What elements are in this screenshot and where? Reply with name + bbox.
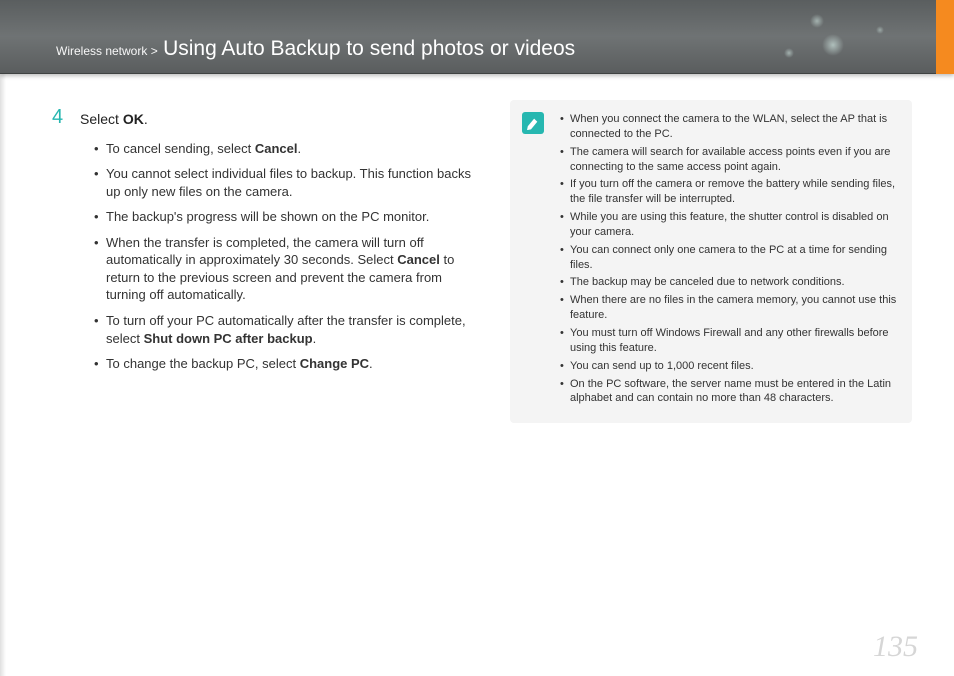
note-item: When you connect the camera to the WLAN,… — [560, 112, 898, 142]
note-item: If you turn off the camera or remove the… — [560, 177, 898, 207]
list-text: . — [369, 356, 373, 371]
list-text: To change the backup PC, select — [106, 356, 300, 371]
list-item: You cannot select individual files to ba… — [94, 165, 472, 200]
note-list: When you connect the camera to the WLAN,… — [560, 112, 898, 406]
breadcrumb-separator: > — [151, 44, 158, 58]
list-text: . — [298, 141, 302, 156]
note-item: While you are using this feature, the sh… — [560, 210, 898, 240]
note-item: You must turn off Windows Firewall and a… — [560, 326, 898, 356]
list-item: The backup's progress will be shown on t… — [94, 208, 472, 226]
breadcrumb-section: Wireless network — [56, 44, 147, 58]
page-header: Wireless network > Using Auto Backup to … — [0, 0, 954, 74]
list-bold: Cancel — [397, 252, 440, 267]
page-number: 135 — [873, 630, 918, 664]
step-instruction: Select OK. — [80, 100, 472, 130]
list-text: When the transfer is completed, the came… — [106, 235, 424, 268]
page-title: Using Auto Backup to send photos or vide… — [161, 37, 575, 60]
breadcrumb: Wireless network > Using Auto Backup to … — [56, 37, 575, 61]
decor-sparkle — [810, 14, 824, 28]
list-text: The backup's progress will be shown on t… — [106, 209, 429, 224]
instruction-list: To cancel sending, select Cancel. You ca… — [94, 140, 472, 373]
page-left-shadow — [0, 0, 6, 676]
list-text: To cancel sending, select — [106, 141, 255, 156]
step-number: 4 — [52, 106, 63, 129]
section-tab-marker — [936, 0, 954, 74]
page-content: 4 Select OK. To cancel sending, select C… — [52, 100, 918, 676]
list-item: To turn off your PC automatically after … — [94, 312, 472, 347]
note-item: You can send up to 1,000 recent files. — [560, 359, 898, 374]
note-item: When there are no files in the camera me… — [560, 293, 898, 323]
decor-sparkle — [822, 34, 844, 56]
decor-sparkle — [784, 48, 794, 58]
list-text: You cannot select individual files to ba… — [106, 166, 471, 199]
step-text-suffix: . — [144, 111, 148, 127]
list-item: To cancel sending, select Cancel. — [94, 140, 472, 158]
step-text-prefix: Select — [80, 111, 123, 127]
list-bold: Shut down PC after backup — [144, 331, 313, 346]
note-item: The backup may be canceled due to networ… — [560, 275, 898, 290]
list-text: . — [313, 331, 317, 346]
step-text-bold: OK — [123, 111, 144, 127]
note-item: You can connect only one camera to the P… — [560, 243, 898, 273]
decor-sparkle — [876, 26, 884, 34]
note-item: The camera will search for available acc… — [560, 145, 898, 175]
note-icon — [522, 112, 544, 134]
note-item: On the PC software, the server name must… — [560, 377, 898, 407]
list-item: When the transfer is completed, the came… — [94, 234, 472, 304]
list-item: To change the backup PC, select Change P… — [94, 355, 472, 373]
left-column: 4 Select OK. To cancel sending, select C… — [52, 100, 472, 381]
list-bold: Change PC — [300, 356, 369, 371]
note-box: When you connect the camera to the WLAN,… — [510, 100, 912, 423]
list-bold: Cancel — [255, 141, 298, 156]
